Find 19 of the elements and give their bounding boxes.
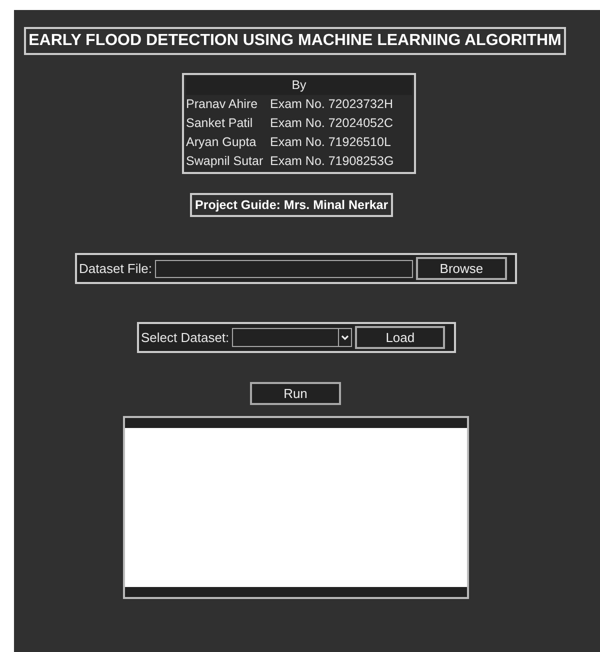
run-button[interactable]: Run xyxy=(250,382,341,405)
author-name: Swapnil Sutar xyxy=(186,153,264,170)
caret-icon xyxy=(338,329,352,346)
select-dataset-label: Select Dataset: xyxy=(141,330,230,345)
exam-number: Exam No. 72024052C xyxy=(270,115,394,132)
project-guide: Project Guide: Mrs. Minal Nerkar xyxy=(190,193,394,217)
author-name: Aryan Gupta xyxy=(186,134,258,151)
exam-number: Exam No. 71926510L xyxy=(270,134,392,151)
dataset-file-field[interactable] xyxy=(154,260,413,278)
dataset-file-label: Dataset File: xyxy=(79,261,152,276)
author-name: Sanket Patil xyxy=(186,115,254,132)
dataset-dropdown[interactable] xyxy=(232,328,352,347)
browse-button[interactable]: Browse xyxy=(416,257,507,280)
load-button[interactable]: Load xyxy=(355,326,446,349)
exam-number: Exam No. 72023732H xyxy=(270,96,394,113)
app-title: EARLY FLOOD DETECTION USING MACHINE LEARNING ALGORITHM xyxy=(24,27,566,55)
author-name: Pranav Ahire xyxy=(186,96,259,113)
by-label: By xyxy=(292,78,306,92)
exam-number: Exam No. 71908253G xyxy=(270,153,395,170)
